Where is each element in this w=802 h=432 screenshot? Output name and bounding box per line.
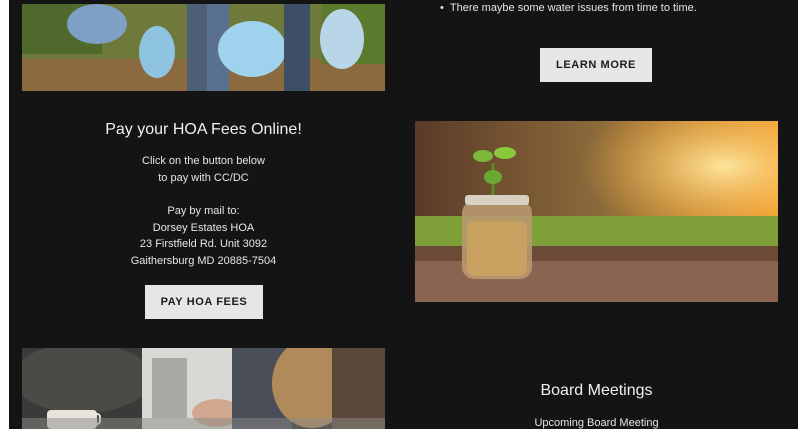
board-meetings-title: Board Meetings — [540, 382, 653, 399]
instruction-line: to pay with CC/DC — [158, 171, 249, 184]
bullet-text: There maybe some water issues from time … — [449, 2, 697, 14]
mailing-address: Pay by mail to: Dorsey Estates HOA 23 Fi… — [22, 203, 385, 269]
instruction-line: Click on the button below — [142, 155, 265, 167]
water-issues-bullet: • There maybe some water issues from time… — [440, 2, 697, 14]
mail-city: Gaithersburg MD 20885-7504 — [130, 254, 277, 267]
upcoming-board-meeting: Upcoming Board Meeting — [534, 417, 659, 429]
mail-name: Dorsey Estates HOA — [152, 221, 255, 234]
bullet-marker: • — [440, 2, 444, 14]
hoa-fees-title: Pay your HOA Fees Online! — [105, 121, 302, 138]
learn-more-button[interactable]: LEARN MORE — [540, 48, 652, 82]
pay-hoa-fees-button[interactable]: PAY HOA FEES — [145, 285, 263, 319]
coin-jar-plant-photo — [415, 121, 778, 302]
mail-heading: Pay by mail to: — [167, 205, 240, 217]
mail-street: 23 Firstfield Rd. Unit 3092 — [139, 238, 268, 250]
volunteers-photo — [22, 4, 385, 91]
coffee-desk-photo — [22, 348, 385, 429]
pay-instructions: Click on the button below to pay with CC… — [22, 153, 385, 186]
